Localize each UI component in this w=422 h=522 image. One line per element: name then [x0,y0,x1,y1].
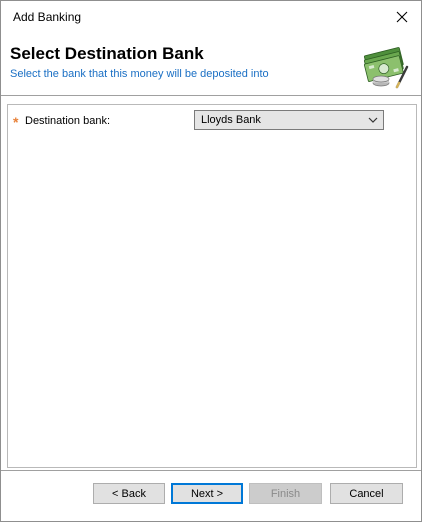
next-button[interactable]: Next > [171,483,243,504]
destination-bank-value: Lloyds Bank [201,114,261,126]
header-divider [1,95,421,97]
wizard-header: Select Destination Bank Select the bank … [1,33,421,95]
title-bar: Add Banking [1,1,421,33]
page-title: Select Destination Bank [10,44,204,63]
close-icon [396,11,408,23]
back-button[interactable]: < Back [93,483,165,504]
close-button[interactable] [383,1,421,33]
required-marker: * [13,114,19,130]
money-icon [363,47,409,89]
destination-bank-dropdown[interactable]: Lloyds Bank [194,110,384,130]
form-panel: * Destination bank: Lloyds Bank [7,104,417,468]
window-title: Add Banking [13,10,82,24]
page-subtitle: Select the bank that this money will be … [10,68,269,80]
footer-divider [1,470,421,472]
finish-button[interactable]: Finish [249,483,322,504]
add-banking-dialog: Add Banking Select Destination Bank Sele… [0,0,422,522]
destination-bank-label: Destination bank: [25,115,110,127]
cancel-button[interactable]: Cancel [330,483,403,504]
chevron-down-icon [368,117,378,123]
